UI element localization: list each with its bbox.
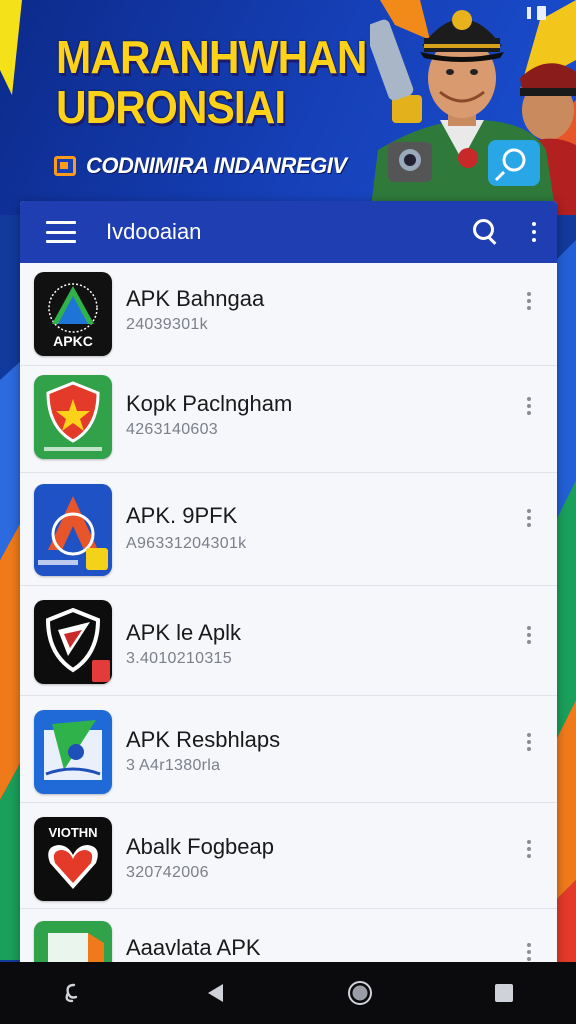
app-name: Kopk Paclngham xyxy=(126,391,293,416)
list-item[interactable]: APK Resbhlaps 3 A4r1380rla xyxy=(20,696,557,803)
svg-text:VIOTHN: VIOTHN xyxy=(48,825,97,840)
red-shield-star-logo xyxy=(34,375,112,459)
more-vert-icon[interactable] xyxy=(529,222,539,242)
banner-title: MARANHWHAN UDRONSIAI xyxy=(56,32,367,132)
black-shield-logo xyxy=(34,600,112,684)
list-item[interactable]: Kopk Paclngham 4263140603 xyxy=(20,366,557,473)
officer-illustration xyxy=(370,10,576,215)
app-name: APK. 9PFK xyxy=(126,503,238,528)
app-list-card: Ivdooaian APKC APK Bahngaa 24039301k Kop… xyxy=(20,201,557,981)
more-vert-icon[interactable] xyxy=(525,840,533,858)
system-nav-bar xyxy=(0,962,576,1024)
app-bar-title: Ivdooaian xyxy=(106,219,202,244)
assist-icon[interactable] xyxy=(52,973,92,1013)
banner-subtitle-text: CODNIMIRA INDANREGIV xyxy=(86,153,347,178)
banner-title-line2: UDRONSIAI xyxy=(56,81,286,133)
banner-subtitle: CODNIMIRA INDANREGIV xyxy=(54,153,347,179)
app-meta: A96331204301k xyxy=(126,535,247,552)
app-meta: 4263140603 xyxy=(126,421,218,438)
back-icon[interactable] xyxy=(196,973,236,1013)
list-item[interactable]: APKC APK Bahngaa 24039301k xyxy=(20,263,557,366)
app-meta: 3 A4r1380rla xyxy=(126,757,221,774)
blue-book-logo xyxy=(34,710,112,794)
menu-icon[interactable] xyxy=(46,221,76,243)
more-vert-icon[interactable] xyxy=(525,292,533,310)
more-vert-icon[interactable] xyxy=(525,733,533,751)
more-vert-icon[interactable] xyxy=(525,943,533,961)
list-item[interactable]: APK le Aplk 3.4010210315 xyxy=(20,586,557,696)
signal-icon xyxy=(527,7,531,19)
app-name: Abalk Fogbeap xyxy=(126,834,274,859)
app-name: APK Bahngaa xyxy=(126,286,265,311)
app-bar: Ivdooaian xyxy=(20,201,557,263)
more-vert-icon[interactable] xyxy=(525,509,533,527)
app-meta: 320742006 xyxy=(126,864,209,881)
promo-banner[interactable]: MARANHWHAN UDRONSIAI CODNIMIRA INDANREGI… xyxy=(0,0,576,215)
search-icon[interactable] xyxy=(469,216,501,248)
list-item[interactable]: APK. 9PFK A96331204301k xyxy=(20,473,557,586)
status-bar-icons xyxy=(527,6,546,20)
app-name: APK Resbhlaps xyxy=(126,727,281,752)
app-meta: 24039301k xyxy=(126,316,208,333)
list-item[interactable]: VIOTHN Abalk Fogbeap 320742006 xyxy=(20,803,557,909)
recents-icon[interactable] xyxy=(484,973,524,1013)
home-icon[interactable] xyxy=(340,973,380,1013)
app-name: APK le Aplk xyxy=(126,620,241,645)
tv-icon xyxy=(54,156,76,176)
battery-icon xyxy=(537,6,546,20)
svg-text:APKC: APKC xyxy=(53,333,93,349)
blue-arrow-logo xyxy=(34,484,112,576)
app-meta: 3.4010210315 xyxy=(126,650,232,667)
app-name: Aaavlata APK xyxy=(126,935,261,960)
apk-triangle-logo: APKC xyxy=(34,272,112,356)
banner-title-line1: MARANHWHAN xyxy=(56,31,367,83)
heart-logo: VIOTHN xyxy=(34,817,112,901)
more-vert-icon[interactable] xyxy=(525,626,533,644)
more-vert-icon[interactable] xyxy=(525,397,533,415)
